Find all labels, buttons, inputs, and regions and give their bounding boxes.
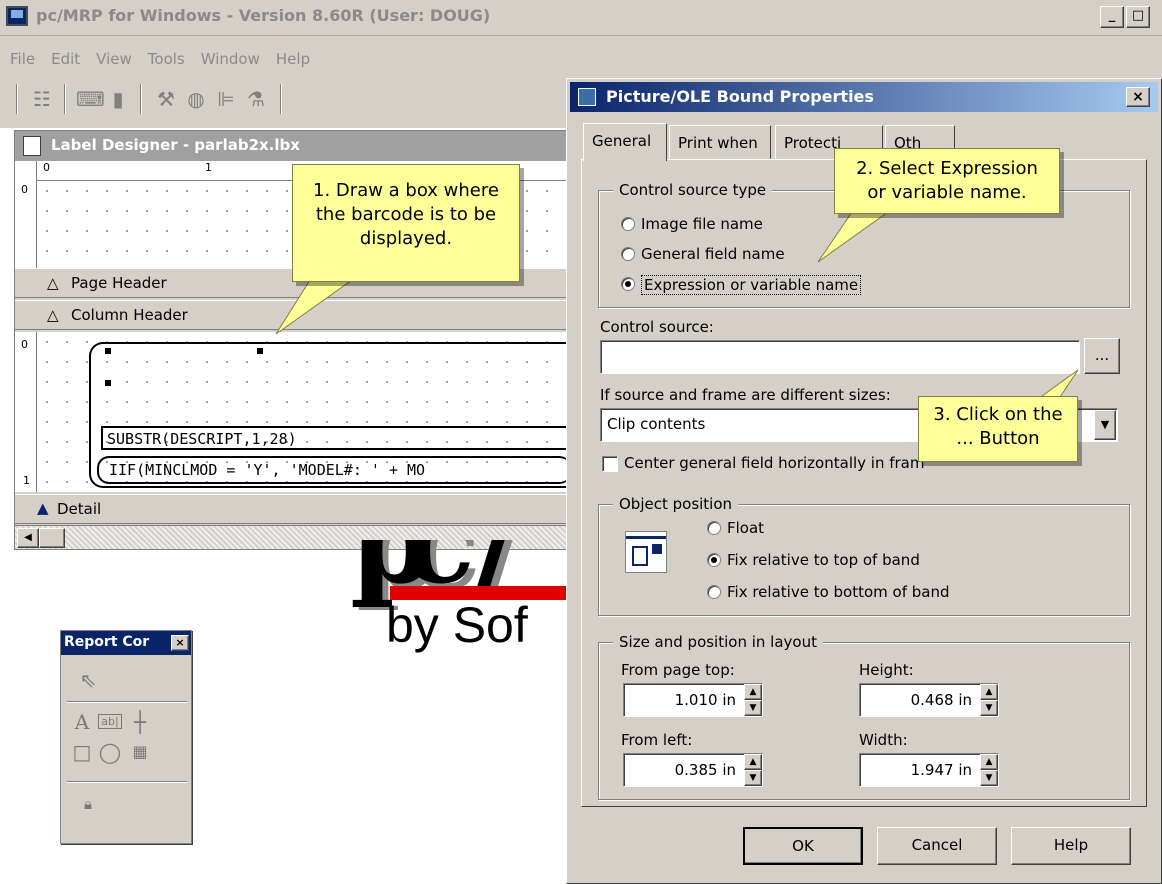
callout-pointer-2: [817, 211, 890, 263]
tab-general[interactable]: General: [583, 123, 667, 161]
callout-line: 1. Draw a box where: [313, 180, 499, 201]
callout-line: or variable name.: [867, 182, 1027, 203]
callout-draw-box: 1. Draw a box where the barcode is to be…: [292, 164, 520, 282]
callout-select-expression: 2. Select Expression or variable name.: [834, 148, 1060, 214]
callout-line: displayed.: [359, 228, 453, 249]
callout-line: 3. Click on the: [933, 404, 1063, 425]
callout-pointer-1: [275, 279, 354, 335]
callout-line: ... Button: [956, 428, 1040, 449]
callout-click-button: 3. Click on the ... Button: [918, 396, 1078, 462]
callout-line: 2. Select Expression: [856, 158, 1038, 179]
callout-line: the barcode is to be: [315, 204, 497, 225]
